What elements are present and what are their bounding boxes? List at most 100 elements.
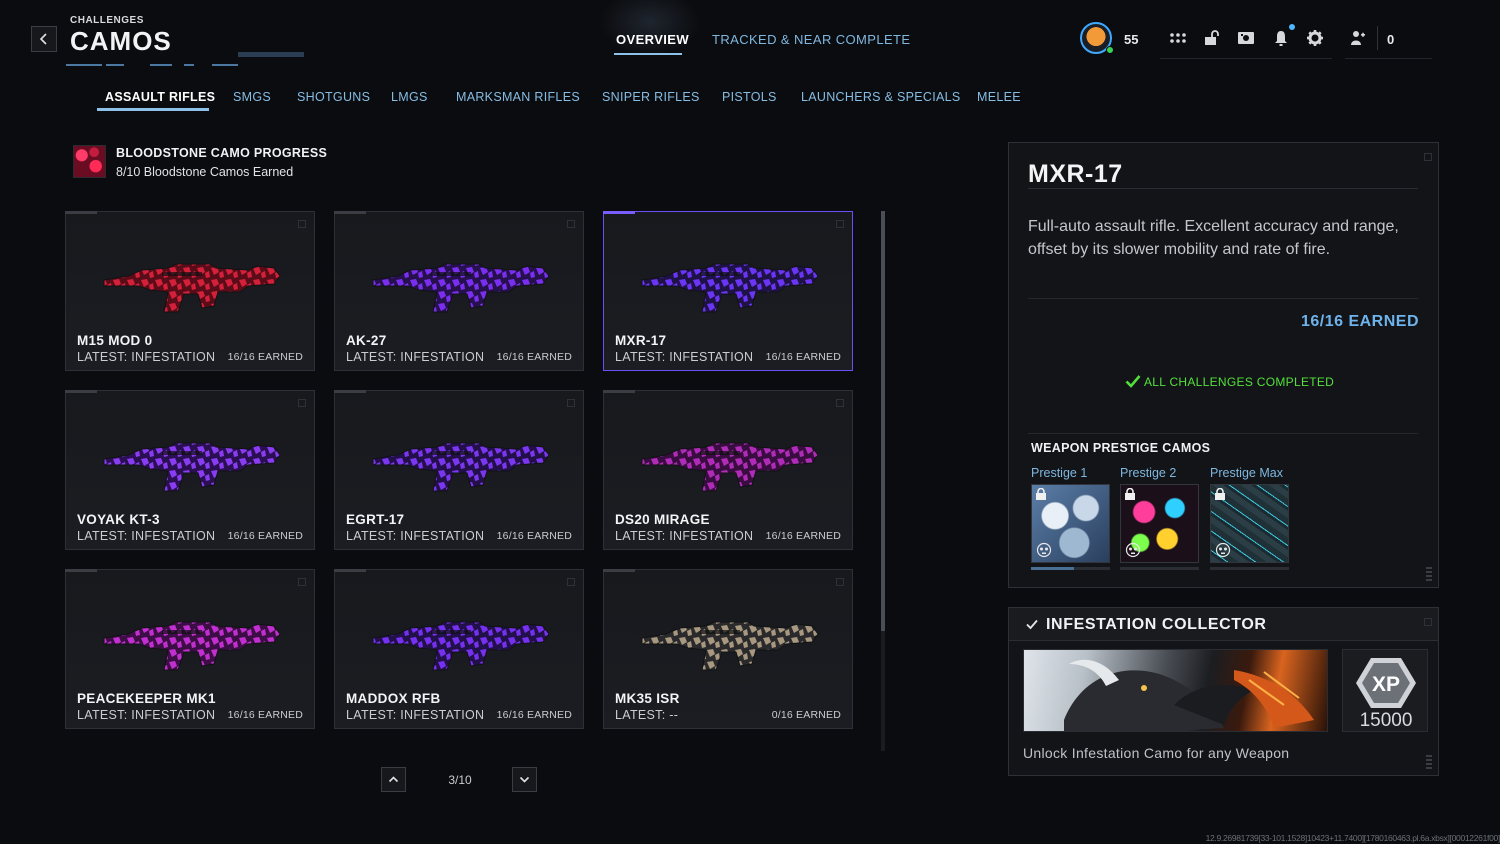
prestige-1-label: Prestige 1: [1031, 466, 1088, 480]
prestige-max-camo-tile[interactable]: [1210, 484, 1289, 563]
card-indicator-bar: [65, 390, 97, 393]
weapon-card[interactable]: M15 MOD 0 LATEST: INFESTATION 16/16 EARNED: [65, 211, 315, 371]
header-divider-line-right: [1345, 58, 1432, 59]
card-corner-mark: [567, 399, 575, 407]
tab-smgs[interactable]: SMGS: [233, 90, 271, 104]
xp-reward-box: XP 15000: [1342, 649, 1428, 732]
tab-melee[interactable]: MELEE: [977, 90, 1021, 104]
lock-icon: [1036, 488, 1046, 500]
tab-lmgs[interactable]: LMGS: [391, 90, 428, 104]
weapon-latest-camo: LATEST: INFESTATION: [346, 529, 485, 543]
store-icon[interactable]: [1235, 28, 1257, 48]
weapon-card[interactable]: VOYAK KT-3 LATEST: INFESTATION 16/16 EARNE…: [65, 390, 315, 550]
tab-marksman-rifles[interactable]: MARKSMAN RIFLES: [456, 90, 580, 104]
weapon-card[interactable]: MXR-17 LATEST: INFESTATION 16/16 EARNED: [603, 211, 853, 371]
header-divider-line: [1160, 58, 1332, 59]
back-button[interactable]: [31, 26, 57, 52]
weapon-image: [103, 621, 281, 671]
tab-sniper-rifles[interactable]: SNIPER RIFLES: [602, 90, 700, 104]
card-corner-mark: [836, 578, 844, 586]
weapon-card[interactable]: AK-27 LATEST: INFESTATION 16/16 EARNED: [334, 211, 584, 371]
weapon-latest-camo: LATEST: INFESTATION: [77, 350, 216, 364]
card-corner-mark: [567, 578, 575, 586]
card-corner-mark: [836, 220, 844, 228]
unlock-icon[interactable]: [1201, 28, 1223, 48]
card-indicator-bar: [603, 390, 635, 393]
card-indicator-bar: [603, 569, 635, 572]
prestige-2-camo-tile[interactable]: [1120, 484, 1199, 563]
tab-overview[interactable]: OVERVIEW: [616, 32, 689, 47]
page-up-button[interactable]: [381, 767, 406, 792]
lock-icon: [1215, 488, 1225, 500]
check-icon: [1125, 375, 1141, 388]
panel-resize-handle: [1426, 755, 1432, 769]
bell-icon[interactable]: [1270, 28, 1292, 48]
weapon-detail-panel: MXR-17 Full-auto assault rifle. Excellen…: [1008, 142, 1439, 588]
lock-icon: [1125, 488, 1135, 500]
prestige-1-camo-tile[interactable]: [1031, 484, 1110, 563]
weapon-earned-count: 16/16 EARNED: [227, 530, 303, 542]
card-indicator-bar: [65, 211, 97, 214]
camo-progress-title: BLOODSTONE CAMO PROGRESS: [116, 146, 328, 160]
weapon-earned-count: 16/16 EARNED: [765, 351, 841, 363]
infestation-collector-panel: INFESTATION COLLECTOR XP 15000 Unlock In…: [1008, 607, 1439, 776]
prestige-2-label: Prestige 2: [1120, 466, 1177, 480]
weapon-image: [641, 621, 819, 671]
weapon-earned-count: 16/16 EARNED: [496, 530, 572, 542]
tab-launchers-specials[interactable]: LAUNCHERS & SPECIALS: [801, 90, 961, 104]
weapon-name: MK35 ISR: [615, 691, 680, 706]
weapon-card[interactable]: MADDOX RFB LATEST: INFESTATION 16/16 EARNE…: [334, 569, 584, 729]
weapon-image: [103, 442, 281, 492]
weapon-name: M15 MOD 0: [77, 333, 153, 348]
panel-corner-mark: [1424, 618, 1432, 626]
weapon-latest-camo: LATEST: INFESTATION: [615, 350, 754, 364]
bloodstone-camo-icon: [73, 145, 106, 178]
weapon-card[interactable]: MK35 ISR LATEST: -- 0/16 EARNED: [603, 569, 853, 729]
card-corner-mark: [298, 220, 306, 228]
detail-description: Full-auto assault rifle. Excellent accur…: [1028, 218, 1399, 258]
header-separator: [1377, 26, 1378, 50]
weapon-earned-count: 16/16 EARNED: [227, 709, 303, 721]
weapon-latest-camo: LATEST: INFESTATION: [615, 529, 754, 543]
skull-emblem-icon: [1215, 542, 1231, 558]
challenges-status: ALL CHALLENGES COMPLETED: [1144, 375, 1335, 389]
weapon-latest-camo: LATEST: INFESTATION: [346, 350, 485, 364]
weapon-latest-camo: LATEST: INFESTATION: [77, 708, 216, 722]
grid-scrollbar-thumb[interactable]: [881, 211, 885, 631]
weapon-earned-count: 16/16 EARNED: [227, 351, 303, 363]
tab-shotguns[interactable]: SHOTGUNS: [297, 90, 370, 104]
online-status-dot: [1106, 46, 1114, 54]
weapon-card[interactable]: EGRT-17 LATEST: INFESTATION 16/16 EARNED: [334, 390, 584, 550]
divider: [1028, 188, 1418, 189]
creature-artwork: [1064, 659, 1314, 731]
tab-overview-underline: [614, 53, 682, 55]
weapon-image: [641, 442, 819, 492]
collector-title: INFESTATION COLLECTOR: [1046, 616, 1267, 633]
check-icon: [1026, 619, 1038, 630]
tab-pistols[interactable]: PISTOLS: [722, 90, 777, 104]
tab-tracked-near-complete[interactable]: TRACKED & NEAR COMPLETE: [712, 32, 910, 47]
infestation-calling-card-image: [1023, 649, 1328, 732]
gear-icon[interactable]: [1304, 28, 1326, 48]
weapon-name: DS20 MIRAGE: [615, 512, 710, 527]
prestige-max-progress-track: [1210, 567, 1289, 570]
card-indicator-bar: [334, 569, 366, 572]
card-indicator-bar: [65, 569, 97, 572]
weapon-image: [372, 263, 550, 313]
card-indicator-bar: [603, 211, 635, 214]
skull-emblem-icon: [1125, 542, 1141, 558]
tab-assault-rifles[interactable]: ASSAULT RIFLES: [105, 90, 215, 104]
card-corner-mark: [298, 399, 306, 407]
collector-header[interactable]: INFESTATION COLLECTOR: [1009, 608, 1438, 641]
weapon-card[interactable]: DS20 MIRAGE LATEST: INFESTATION 16/16 EARN…: [603, 390, 853, 550]
divider: [1028, 298, 1418, 299]
xp-reward-value: 15000: [1359, 710, 1413, 731]
prestige-camos-title: WEAPON PRESTIGE CAMOS: [1031, 441, 1211, 455]
grid-icon[interactable]: [1167, 28, 1189, 48]
party-icon[interactable]: [1347, 28, 1369, 48]
weapon-latest-camo: LATEST: --: [615, 708, 679, 722]
page-down-button[interactable]: [512, 767, 537, 792]
divider: [1028, 433, 1418, 434]
weapon-name: AK-27: [346, 333, 387, 348]
weapon-card[interactable]: PEACEKEEPER MK1 LATEST: INFESTATION 16/16 …: [65, 569, 315, 729]
